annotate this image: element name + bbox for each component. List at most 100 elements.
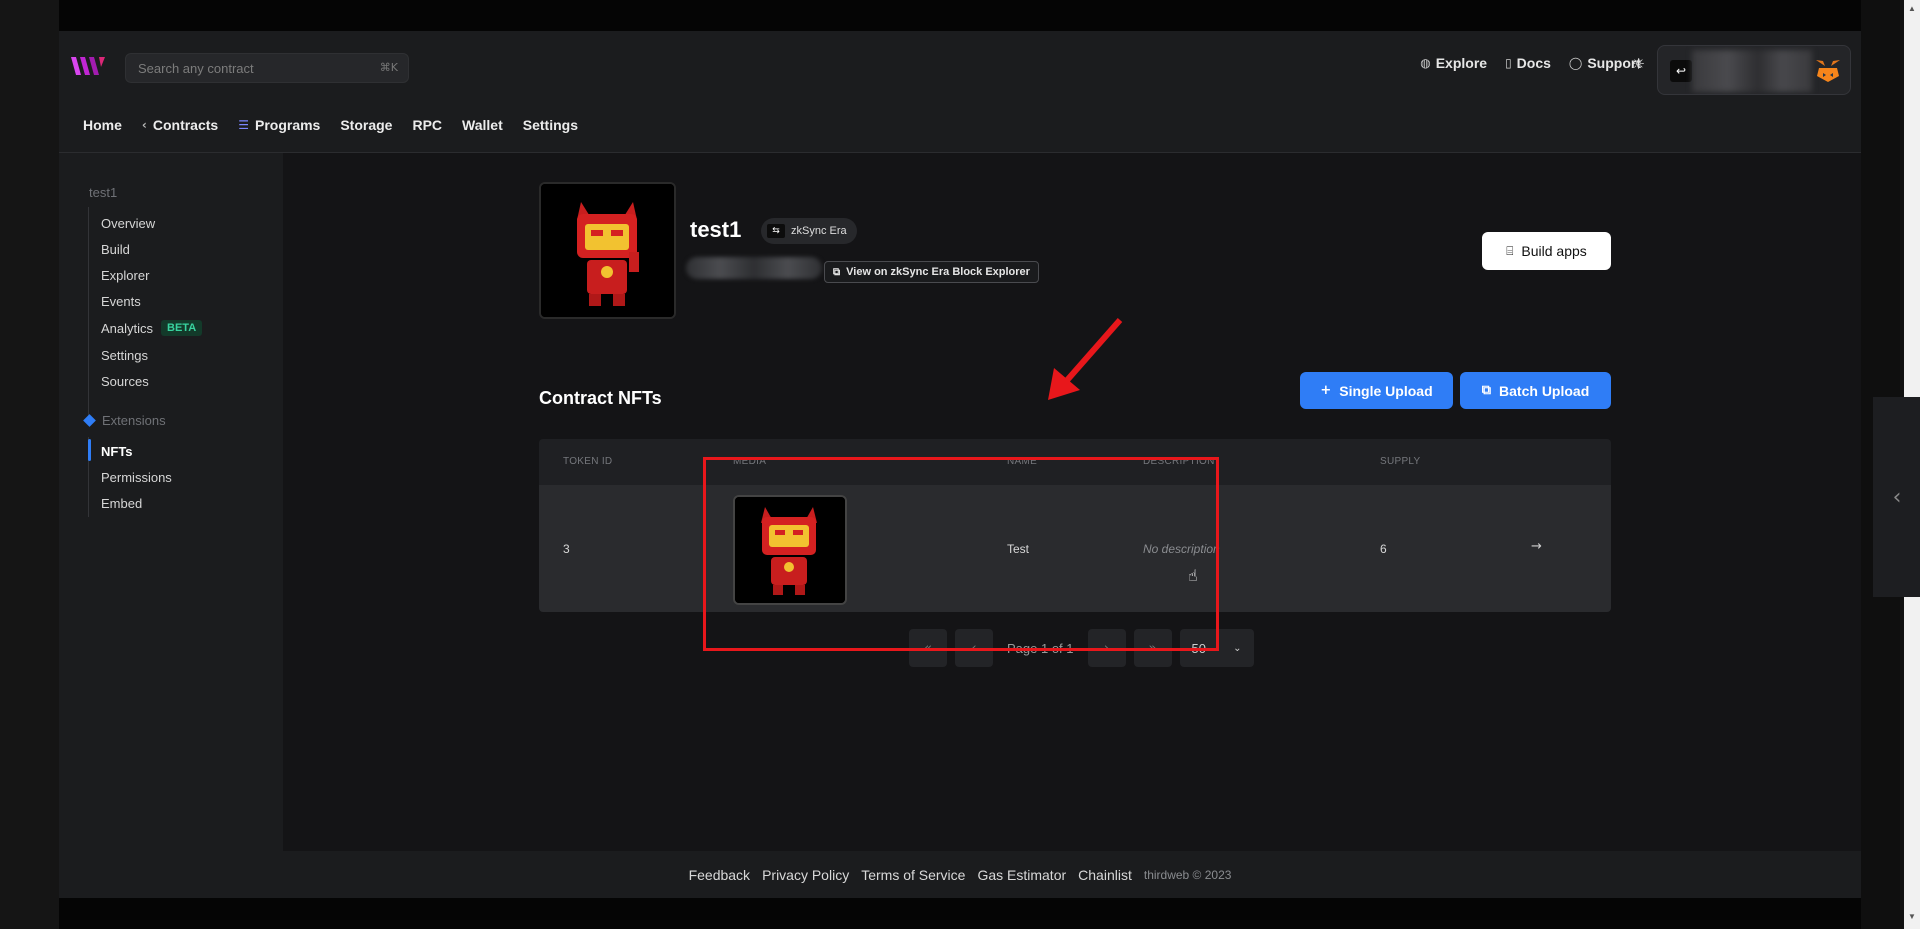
annotation-arrow-icon — [1048, 318, 1123, 400]
document-icon: ▯ — [1505, 56, 1512, 70]
metamask-fox-icon — [1816, 60, 1840, 82]
nav-wallet-label: Wallet — [462, 116, 503, 133]
nav-home[interactable]: Home — [83, 117, 122, 133]
chain-badge[interactable]: ⇆ zkSync Era — [761, 218, 857, 244]
sidebar-item-label: Permissions — [101, 470, 172, 485]
docs-label: Docs — [1516, 55, 1551, 71]
code-icon: ⌸ — [1506, 243, 1514, 258]
chevron-down-icon: ⌄ — [1233, 642, 1242, 654]
chevron-left-icon: ‹ — [141, 117, 147, 132]
footer: Feedback Privacy Policy Terms of Service… — [59, 851, 1861, 898]
top-header: ⌘K ◍ Explore ▯ Docs ◯ Support ☼ ↩ — [59, 31, 1861, 97]
sidebar-item-settings[interactable]: Settings — [101, 348, 148, 363]
sidebar-item-label: Overview — [101, 216, 156, 231]
connected-wallet-button[interactable]: ↩ — [1657, 45, 1851, 95]
blurred-contract-address[interactable] — [686, 257, 822, 279]
contract-name: test1 — [690, 217, 742, 242]
annotation-highlight-box — [703, 457, 1219, 651]
sidebar-item-overview[interactable]: Overview — [101, 216, 155, 231]
sidebar-divider-line — [88, 207, 89, 417]
bottom-black-band — [59, 898, 1861, 929]
nav-settings-label: Settings — [522, 116, 578, 133]
sidebar-item-permissions[interactable]: Permissions — [101, 470, 172, 485]
extensions-diamond-icon — [83, 414, 96, 427]
build-apps-label: Build apps — [1521, 243, 1587, 259]
help-circle-icon: ◯ — [1568, 56, 1583, 70]
support-link[interactable]: ◯ Support — [1569, 55, 1641, 71]
stack-icon: ⧉ — [1481, 383, 1492, 398]
supply-cell: 6 — [1380, 542, 1387, 556]
sidebar-item-sources[interactable]: Sources — [101, 374, 149, 389]
contract-sidebar: test1 Overview Build Explorer Events Ana… — [59, 153, 283, 851]
explorer-link-label: View on zkSync Era Block Explorer — [846, 266, 1030, 278]
batch-upload-button[interactable]: ⧉ Batch Upload — [1460, 372, 1611, 409]
sidebar-item-build[interactable]: Build — [101, 242, 130, 257]
primary-nav: Home ‹ Contracts ☰ Programs Storage RPC … — [59, 97, 1861, 153]
sidebar-item-nfts[interactable]: NFTs — [101, 444, 133, 459]
docs-link[interactable]: ▯ Docs — [1505, 55, 1551, 71]
sidebar-item-embed[interactable]: Embed — [101, 496, 142, 511]
footer-link-terms[interactable]: Terms of Service — [861, 867, 965, 883]
nav-programs[interactable]: ☰ Programs — [238, 117, 320, 133]
left-gutter — [0, 0, 59, 929]
nfts-section-title: Contract NFTs — [539, 388, 662, 408]
nav-home-label: Home — [83, 116, 122, 133]
extensions-label: Extensions — [102, 413, 166, 428]
sidebar-item-label: Events — [101, 294, 141, 309]
zksync-icon: ⇆ — [767, 224, 785, 238]
search-input[interactable] — [126, 60, 366, 76]
chain-name: zkSync Era — [791, 225, 847, 237]
sidebar-item-label: Build — [101, 242, 130, 257]
search-box[interactable]: ⌘K — [125, 53, 409, 83]
nav-storage[interactable]: Storage — [340, 117, 392, 133]
token-id-cell: 3 — [563, 542, 570, 556]
nav-contracts-label: Contracts — [152, 116, 219, 133]
red-cat-robot-image — [541, 184, 674, 317]
nav-storage-label: Storage — [340, 116, 393, 133]
scroll-up-icon[interactable]: ▲ — [1908, 4, 1916, 13]
sun-icon[interactable]: ☼ — [1632, 55, 1645, 73]
sidebar-item-label: Analytics — [101, 320, 154, 336]
network-icon: ↩ — [1670, 60, 1692, 82]
nav-settings[interactable]: Settings — [523, 117, 578, 133]
column-header-supply: SUPPLY — [1380, 456, 1421, 467]
search-shortcut: ⌘K — [379, 61, 398, 74]
footer-copyright: thirdweb © 2023 — [1143, 867, 1232, 882]
footer-link-gas-estimator[interactable]: Gas Estimator — [977, 867, 1066, 883]
sidebar-item-label: Settings — [101, 348, 148, 363]
footer-link-feedback[interactable]: Feedback — [689, 867, 750, 883]
header-links: ◍ Explore ▯ Docs ◯ Support — [1420, 55, 1641, 71]
single-upload-button[interactable]: + Single Upload — [1300, 372, 1453, 409]
external-link-icon: ⧉ — [833, 266, 841, 278]
sidebar-item-label: Embed — [101, 496, 143, 511]
batch-upload-label: Batch Upload — [1499, 382, 1590, 399]
sidebar-contract-title: test1 — [89, 185, 118, 200]
thirdweb-logo-icon[interactable] — [71, 55, 111, 77]
plus-icon: + — [1320, 383, 1332, 398]
nav-rpc[interactable]: RPC — [412, 117, 442, 133]
beta-badge: BETA — [161, 320, 203, 336]
blurred-wallet-address — [1692, 50, 1812, 92]
sidebar-item-analytics[interactable]: Analytics BETA — [101, 320, 203, 336]
nav-wallet[interactable]: Wallet — [462, 117, 503, 133]
arrow-right-icon[interactable]: → — [1531, 539, 1542, 554]
nav-contracts[interactable]: ‹ Contracts — [142, 117, 218, 133]
footer-link-privacy[interactable]: Privacy Policy — [762, 867, 849, 883]
top-black-band — [59, 0, 1861, 31]
nav-programs-label: Programs — [254, 116, 321, 133]
nav-rpc-label: RPC — [412, 116, 443, 133]
globe-icon: ◍ — [1420, 56, 1431, 70]
sidebar-item-events[interactable]: Events — [101, 294, 141, 309]
column-header-token-id: TOKEN ID — [563, 456, 613, 467]
explore-link[interactable]: ◍ Explore — [1420, 55, 1487, 71]
sidebar-item-explorer[interactable]: Explorer — [101, 268, 149, 283]
collapse-panel-handle[interactable]: ‹ — [1873, 397, 1920, 597]
contract-image — [539, 182, 676, 319]
sidebar-item-label: Sources — [101, 374, 149, 389]
block-explorer-link[interactable]: ⧉ View on zkSync Era Block Explorer — [824, 261, 1039, 283]
sidebar-item-label: Explorer — [101, 268, 150, 283]
scroll-down-icon[interactable]: ▼ — [1908, 912, 1916, 921]
build-apps-button[interactable]: ⌸ Build apps — [1482, 232, 1611, 270]
footer-link-chainlist[interactable]: Chainlist — [1078, 867, 1132, 883]
extensions-heading: Extensions — [83, 413, 166, 428]
